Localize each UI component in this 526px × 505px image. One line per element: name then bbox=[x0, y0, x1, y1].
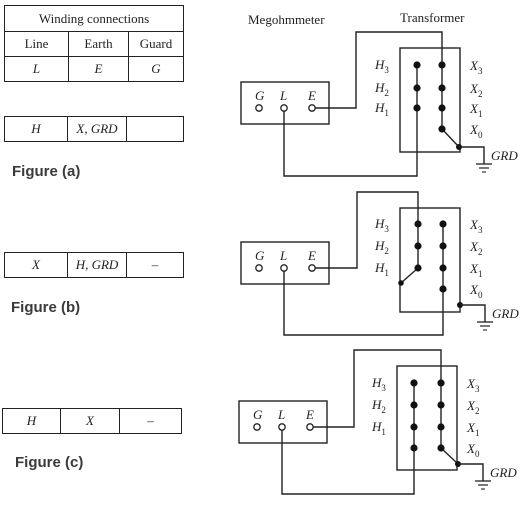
figure-b-diagram: G L E H3 H2 H1 X3 X2 X1 X0 GRD bbox=[240, 191, 519, 336]
h-terminal-dot bbox=[414, 242, 422, 250]
x-terminal-label-2: X2 bbox=[466, 398, 479, 416]
x-terminal-dot bbox=[438, 84, 446, 92]
x-terminal-dot bbox=[437, 379, 445, 387]
h-terminal-dot bbox=[413, 61, 421, 69]
x-terminal-label-2: X2 bbox=[469, 239, 482, 257]
figure-c-diagram: G L E H3 H2 H1 X3 X2 X1 X0 GRD bbox=[238, 349, 517, 495]
h-terminal-dot bbox=[410, 379, 418, 387]
terminal-label-g: G bbox=[253, 407, 263, 422]
x-terminal-label-3: X3 bbox=[469, 217, 483, 235]
terminal-e-icon bbox=[308, 264, 316, 272]
ground-lead bbox=[458, 463, 484, 481]
x-terminal-label-1: X1 bbox=[469, 261, 482, 279]
transformer-label: Transformer bbox=[400, 10, 465, 25]
terminal-l-icon bbox=[280, 264, 288, 272]
x-terminal-label-0: X0 bbox=[466, 441, 480, 459]
terminal-label-e: E bbox=[307, 248, 316, 263]
h-terminal-dot bbox=[414, 264, 422, 272]
terminal-label-l: L bbox=[279, 248, 287, 263]
h-terminal-label-3: H3 bbox=[374, 216, 389, 234]
x-terminal-label-1: X1 bbox=[466, 420, 479, 438]
terminal-l-icon bbox=[280, 104, 288, 112]
h-terminal-label-2: H2 bbox=[374, 80, 389, 98]
h-terminal-dot bbox=[413, 84, 421, 92]
h-terminal-dot bbox=[410, 401, 418, 409]
x-terminal-label-0: X0 bbox=[469, 122, 483, 140]
x-terminal-dot bbox=[438, 61, 446, 69]
line-lead bbox=[281, 430, 415, 495]
h-terminal-label-2: H2 bbox=[371, 397, 386, 415]
transformer-box bbox=[399, 47, 461, 153]
x-terminal-dot bbox=[439, 242, 447, 250]
x-terminal-label-3: X3 bbox=[469, 58, 483, 76]
x-terminal-dot bbox=[439, 264, 447, 272]
ground-lead bbox=[459, 146, 485, 164]
terminal-g-icon bbox=[253, 423, 261, 431]
x-terminal-label-3: X3 bbox=[466, 376, 480, 394]
terminal-l-icon bbox=[278, 423, 286, 431]
terminal-e-icon bbox=[308, 104, 316, 112]
h-terminal-dot bbox=[413, 104, 421, 112]
x-terminal-dot bbox=[439, 285, 447, 293]
wiring-diagrams: Megohmmeter Transformer G L EH3H2H1X3X2X1X… bbox=[238, 10, 519, 495]
line-lead bbox=[283, 108, 418, 177]
ground-lead bbox=[460, 304, 486, 322]
earth-lead bbox=[315, 191, 419, 269]
tank-junction-dot bbox=[398, 280, 404, 286]
x-terminal-dot bbox=[437, 423, 445, 431]
terminal-label-e: E bbox=[305, 407, 314, 422]
x-terminal-label-1: X1 bbox=[469, 101, 482, 119]
h-terminal-label-1: H1 bbox=[374, 100, 389, 118]
terminal-label-l: L bbox=[277, 407, 285, 422]
terminal-label-e: E bbox=[307, 88, 316, 103]
terminal-label-g: G bbox=[255, 248, 265, 263]
h-terminal-dot bbox=[410, 444, 418, 452]
h-terminal-dot bbox=[414, 220, 422, 228]
x0-ground-link bbox=[441, 128, 460, 148]
h-terminal-label-2: H2 bbox=[374, 238, 389, 256]
h-terminal-label-3: H3 bbox=[371, 375, 386, 393]
x-terminal-label-2: X2 bbox=[469, 81, 482, 99]
terminal-label-g: G bbox=[255, 88, 265, 103]
x-terminal-dot bbox=[437, 444, 445, 452]
x-terminal-dot bbox=[437, 401, 445, 409]
ground-label: GRD bbox=[490, 465, 517, 480]
transformer-box bbox=[399, 207, 461, 313]
terminal-e-icon bbox=[306, 423, 314, 431]
x-terminal-dot bbox=[439, 220, 447, 228]
figure-a-diagram: G L E H3 H2 H1 X3 X2 X1 X0 GRD bbox=[240, 31, 518, 177]
ground-label: GRD bbox=[492, 306, 519, 321]
h-terminal-label-3: H3 bbox=[374, 57, 389, 75]
x-terminal-label-0: X0 bbox=[469, 282, 483, 300]
terminal-g-icon bbox=[255, 104, 263, 112]
h-terminal-label-1: H1 bbox=[371, 419, 386, 437]
terminal-g-icon bbox=[255, 264, 263, 272]
h-terminal-dot bbox=[410, 423, 418, 431]
x-terminal-dot bbox=[438, 125, 446, 133]
line-lead bbox=[283, 271, 444, 336]
x-terminal-dot bbox=[438, 104, 446, 112]
ground-label: GRD bbox=[491, 148, 518, 163]
megohmmeter-label: Megohmmeter bbox=[248, 12, 325, 27]
terminal-label-l: L bbox=[279, 88, 287, 103]
h-terminal-label-1: H1 bbox=[374, 260, 389, 278]
